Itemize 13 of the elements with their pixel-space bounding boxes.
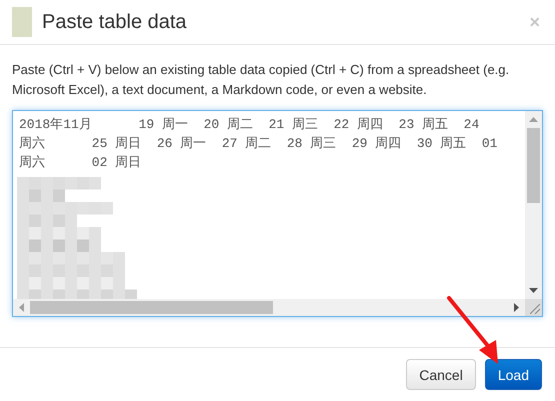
scroll-right-icon[interactable] bbox=[514, 303, 519, 312]
cancel-button[interactable]: Cancel bbox=[406, 359, 476, 390]
load-button[interactable]: Load bbox=[484, 359, 542, 390]
scroll-left-icon[interactable] bbox=[19, 303, 24, 312]
instructions-text: Paste (Ctrl + V) below an existing table data copied (Ctrl + C) from a spreadsheet (e.g. Microsoft Excel), a text document, a Markdown code, or even a website. bbox=[12, 61, 510, 99]
logo-icon bbox=[12, 7, 32, 37]
paste-field[interactable]: 2018年11月 19 周一 20 周二 21 周三 22 周四 23 周五 24 周六 25 周日 26 周一 27 周二 28 周三 29 周四 30 周五 01 周六 02 周日 bbox=[12, 110, 543, 317]
dialog-title: Paste table data bbox=[42, 10, 188, 34]
horizontal-scrollbar-thumb[interactable] bbox=[30, 301, 273, 314]
vertical-scrollbar-thumb[interactable] bbox=[527, 128, 540, 203]
resize-grip-icon[interactable] bbox=[530, 304, 540, 314]
scroll-up-icon[interactable] bbox=[529, 117, 538, 122]
scroll-down-icon[interactable] bbox=[529, 288, 538, 293]
